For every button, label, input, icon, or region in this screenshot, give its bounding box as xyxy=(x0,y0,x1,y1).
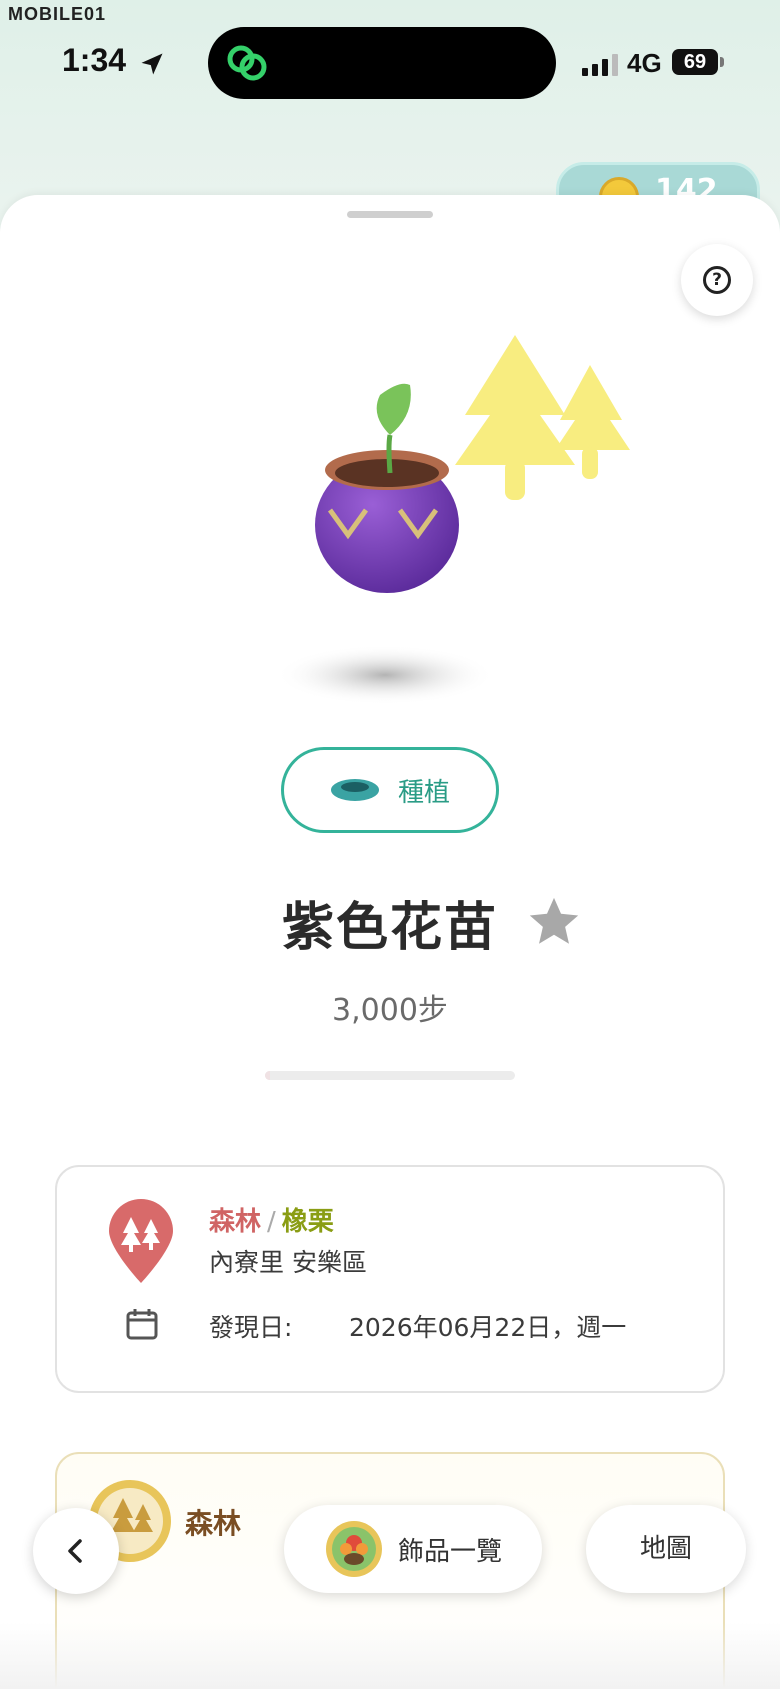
back-button[interactable] xyxy=(33,1508,119,1594)
forest-pin-icon xyxy=(109,1199,173,1283)
growth-progress-bar xyxy=(265,1071,515,1080)
item-name: 紫色花苗 xyxy=(281,898,498,958)
tree-icon xyxy=(455,335,630,500)
star-icon[interactable] xyxy=(525,893,583,951)
battery-level: 69 xyxy=(683,51,707,73)
battery-tip xyxy=(720,57,724,67)
watermark: MOBILE01 xyxy=(8,4,107,24)
map-button[interactable]: 地圖 xyxy=(586,1505,746,1593)
sheet-grabber[interactable] xyxy=(347,211,433,218)
category-forest: 森林 xyxy=(209,1207,262,1237)
item-title-row: 紫色花苗 xyxy=(0,885,780,965)
forest-card-title: 森林 xyxy=(185,1507,242,1540)
signal-icon xyxy=(582,54,618,76)
detail-sheet: ? 種植 紫色花苗 3,000步 森林 / 橡栗 內寮里 安樂區 發現日: 20… xyxy=(0,195,780,1689)
app-screen: MOBILE01 1:34 4G 69 142 ? 種植 紫色花苗 3,000步… xyxy=(0,0,780,1689)
seedling-pot-illustration xyxy=(275,335,630,705)
chevron-left-icon xyxy=(68,1539,82,1563)
category-separator: / xyxy=(267,1207,276,1237)
location-card: 森林 / 橡栗 內寮里 安樂區 發現日: 2026年06月22日，週一 xyxy=(55,1165,725,1393)
decoration-badge-icon xyxy=(326,1521,382,1577)
linked-rings-icon xyxy=(227,45,267,81)
location-area: 內寮里 安樂區 xyxy=(209,1248,367,1277)
status-time: 1:34 xyxy=(62,42,127,78)
calendar-icon xyxy=(126,1309,158,1340)
steps-required: 3,000步 xyxy=(332,993,448,1028)
dynamic-island xyxy=(208,27,556,99)
category-acorn: 橡栗 xyxy=(281,1207,334,1237)
found-date-label: 發現日: xyxy=(209,1313,293,1342)
plant-button[interactable]: 種植 xyxy=(281,747,499,833)
decorations-button[interactable]: 飾品一覽 xyxy=(284,1505,542,1593)
battery-icon: 69 xyxy=(672,49,718,75)
help-icon: ? xyxy=(703,266,731,294)
network-type: 4G xyxy=(627,48,662,78)
location-arrow-icon xyxy=(141,53,163,75)
plant-button-label: 種植 xyxy=(397,777,450,808)
location-category: 森林 / 橡栗 xyxy=(209,1201,334,1238)
decorations-label: 飾品一覽 xyxy=(398,1537,503,1567)
bottom-fade xyxy=(0,1622,780,1689)
found-date-value: 2026年06月22日，週一 xyxy=(349,1313,627,1342)
planter-icon xyxy=(330,779,379,801)
help-button[interactable]: ? xyxy=(681,244,753,316)
growth-progress-fill xyxy=(265,1071,270,1080)
